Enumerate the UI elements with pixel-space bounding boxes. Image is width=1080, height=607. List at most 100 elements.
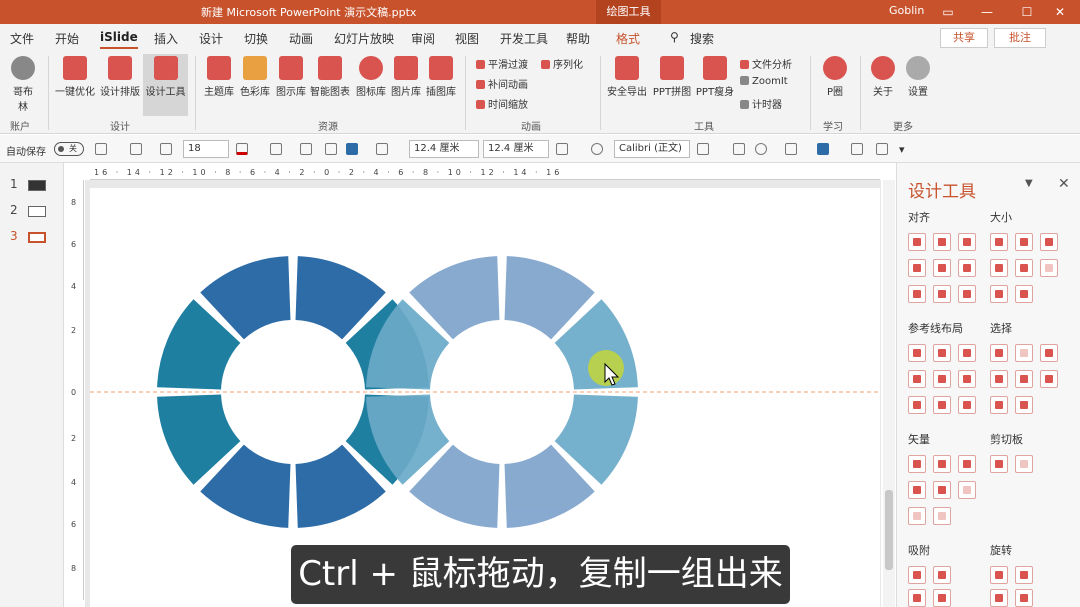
search-icon[interactable]: ⚲ — [670, 30, 679, 44]
stretch-right-icon[interactable] — [1015, 285, 1033, 303]
distribute-horizontal-icon[interactable] — [908, 285, 926, 303]
ppt-slim-button[interactable]: PPT瘦身 — [695, 56, 735, 98]
guide-top-icon[interactable] — [908, 370, 926, 388]
user-name[interactable]: Goblin — [889, 4, 924, 17]
no-fill-icon[interactable] — [876, 143, 888, 155]
close-icon[interactable]: ✕ — [1058, 176, 1070, 192]
tab-islide[interactable]: iSlide — [100, 30, 138, 49]
slide-thumb[interactable] — [28, 180, 46, 191]
stretch-left-icon[interactable] — [990, 285, 1008, 303]
select-same-icon[interactable] — [990, 344, 1008, 362]
snap-left-icon[interactable] — [908, 566, 926, 584]
same-size-icon[interactable] — [1040, 233, 1058, 251]
image-library-button[interactable]: 图片库 — [390, 56, 422, 98]
smart-chart-button[interactable]: 智能图表 — [310, 56, 350, 98]
guide-fill-icon[interactable] — [958, 396, 976, 414]
combine-icon[interactable] — [933, 455, 951, 473]
select-similar-icon[interactable] — [1015, 344, 1033, 362]
split-icon[interactable] — [958, 481, 976, 499]
close-button[interactable]: ✕ — [1040, 0, 1080, 24]
time-scale-button[interactable]: 时间缩放 — [476, 96, 528, 111]
align-page-icon[interactable] — [958, 285, 976, 303]
guide-left-icon[interactable] — [908, 344, 926, 362]
align-text-icon[interactable] — [160, 143, 172, 155]
select-group-icon[interactable] — [990, 396, 1008, 414]
select-layer-icon[interactable] — [1015, 370, 1033, 388]
line-weight-icon[interactable] — [346, 143, 358, 155]
fragment-icon[interactable] — [958, 455, 976, 473]
dash-style-icon[interactable] — [376, 143, 388, 155]
serialize-button[interactable]: 序列化 — [541, 56, 583, 71]
chevron-down-icon[interactable]: ▼ — [1025, 178, 1033, 189]
align-top-icon[interactable] — [908, 259, 926, 277]
account-button[interactable]: 哥布林 — [8, 56, 38, 113]
tab-format[interactable]: 格式 — [616, 30, 640, 47]
color-library-button[interactable]: 色彩库 — [239, 56, 271, 98]
shape-width-input[interactable]: 12.4 厘米 — [483, 140, 549, 158]
settings-button[interactable]: 设置 — [903, 56, 933, 98]
shape-height-input[interactable]: 12.4 厘米 — [409, 140, 479, 158]
snap-top-icon[interactable] — [908, 589, 926, 607]
help-icon[interactable] — [591, 143, 603, 155]
fit-height-icon[interactable] — [1015, 259, 1033, 277]
guide-center-v-icon[interactable] — [933, 370, 951, 388]
tab-help[interactable]: 帮助 — [566, 30, 590, 47]
file-analysis-button[interactable]: 文件分析 — [740, 56, 792, 71]
tab-slideshow[interactable]: 幻灯片放映 — [334, 30, 394, 47]
slide-thumb[interactable] — [28, 206, 46, 217]
arrange-icon[interactable] — [785, 143, 797, 155]
flip-vertical-icon[interactable] — [1015, 589, 1033, 607]
rotate-left-icon[interactable] — [990, 566, 1008, 584]
distribute-vertical-icon[interactable] — [933, 285, 951, 303]
guide-right-icon[interactable] — [958, 344, 976, 362]
zoomit-button[interactable]: ZoomIt — [740, 76, 788, 87]
intersect-icon[interactable] — [908, 481, 926, 499]
font-color-icon[interactable] — [236, 143, 248, 155]
copy-icon[interactable] — [990, 455, 1008, 473]
tween-animation-button[interactable]: 补间动画 — [476, 76, 528, 91]
theme-library-button[interactable]: 主题库 — [203, 56, 235, 98]
tab-transition[interactable]: 切换 — [244, 30, 268, 47]
comment-button[interactable]: 批注 — [994, 28, 1046, 48]
illustration-library-button[interactable]: 插图库 — [425, 56, 457, 98]
vertical-scrollbar[interactable] — [883, 180, 895, 607]
tab-view[interactable]: 视图 — [455, 30, 479, 47]
snap-bottom-icon[interactable] — [933, 589, 951, 607]
pointer-icon[interactable] — [1040, 370, 1058, 388]
subtract-icon[interactable] — [933, 481, 951, 499]
union-icon[interactable] — [908, 455, 926, 473]
crop-icon[interactable] — [556, 143, 568, 155]
tab-design[interactable]: 设计 — [199, 30, 223, 47]
ppt-collage-button[interactable]: PPT拼图 — [651, 56, 693, 98]
tab-review[interactable]: 审阅 — [411, 30, 435, 47]
grid-icon[interactable] — [851, 143, 863, 155]
slide-canvas[interactable] — [85, 180, 881, 607]
timer-button[interactable]: 计时器 — [740, 96, 782, 111]
edit-points-icon[interactable] — [933, 507, 951, 525]
group-icon[interactable] — [300, 143, 312, 155]
font-size-select[interactable]: 18 — [183, 140, 229, 158]
rotate-right-icon[interactable] — [1015, 566, 1033, 584]
theme-color-icon[interactable] — [817, 143, 829, 155]
font-select[interactable]: Calibri (正文) — [614, 140, 690, 158]
outline-icon[interactable] — [270, 143, 282, 155]
ungroup-icon[interactable] — [325, 143, 337, 155]
select-all-icon[interactable] — [1015, 396, 1033, 414]
same-width-icon[interactable] — [990, 233, 1008, 251]
effects-icon[interactable] — [755, 143, 767, 155]
diagram-library-button[interactable]: 图示库 — [275, 56, 307, 98]
shape-fill-icon[interactable] — [697, 143, 709, 155]
share-button[interactable]: 共享 — [940, 28, 988, 48]
tab-developer[interactable]: 开发工具 — [500, 30, 548, 47]
align-left-icon[interactable] — [908, 233, 926, 251]
tab-insert[interactable]: 插入 — [154, 30, 178, 47]
one-click-optimize-button[interactable]: 一键优化 — [55, 56, 95, 98]
crop-tool-icon[interactable] — [733, 143, 745, 155]
scroll-thumb[interactable] — [885, 490, 893, 570]
shape-icon[interactable] — [95, 143, 107, 155]
guide-center-h-icon[interactable] — [933, 344, 951, 362]
chevron-down-icon[interactable]: ▾ — [899, 143, 911, 156]
tab-animation[interactable]: 动画 — [289, 30, 313, 47]
fit-width-icon[interactable] — [990, 259, 1008, 277]
align-right-icon[interactable] — [958, 233, 976, 251]
